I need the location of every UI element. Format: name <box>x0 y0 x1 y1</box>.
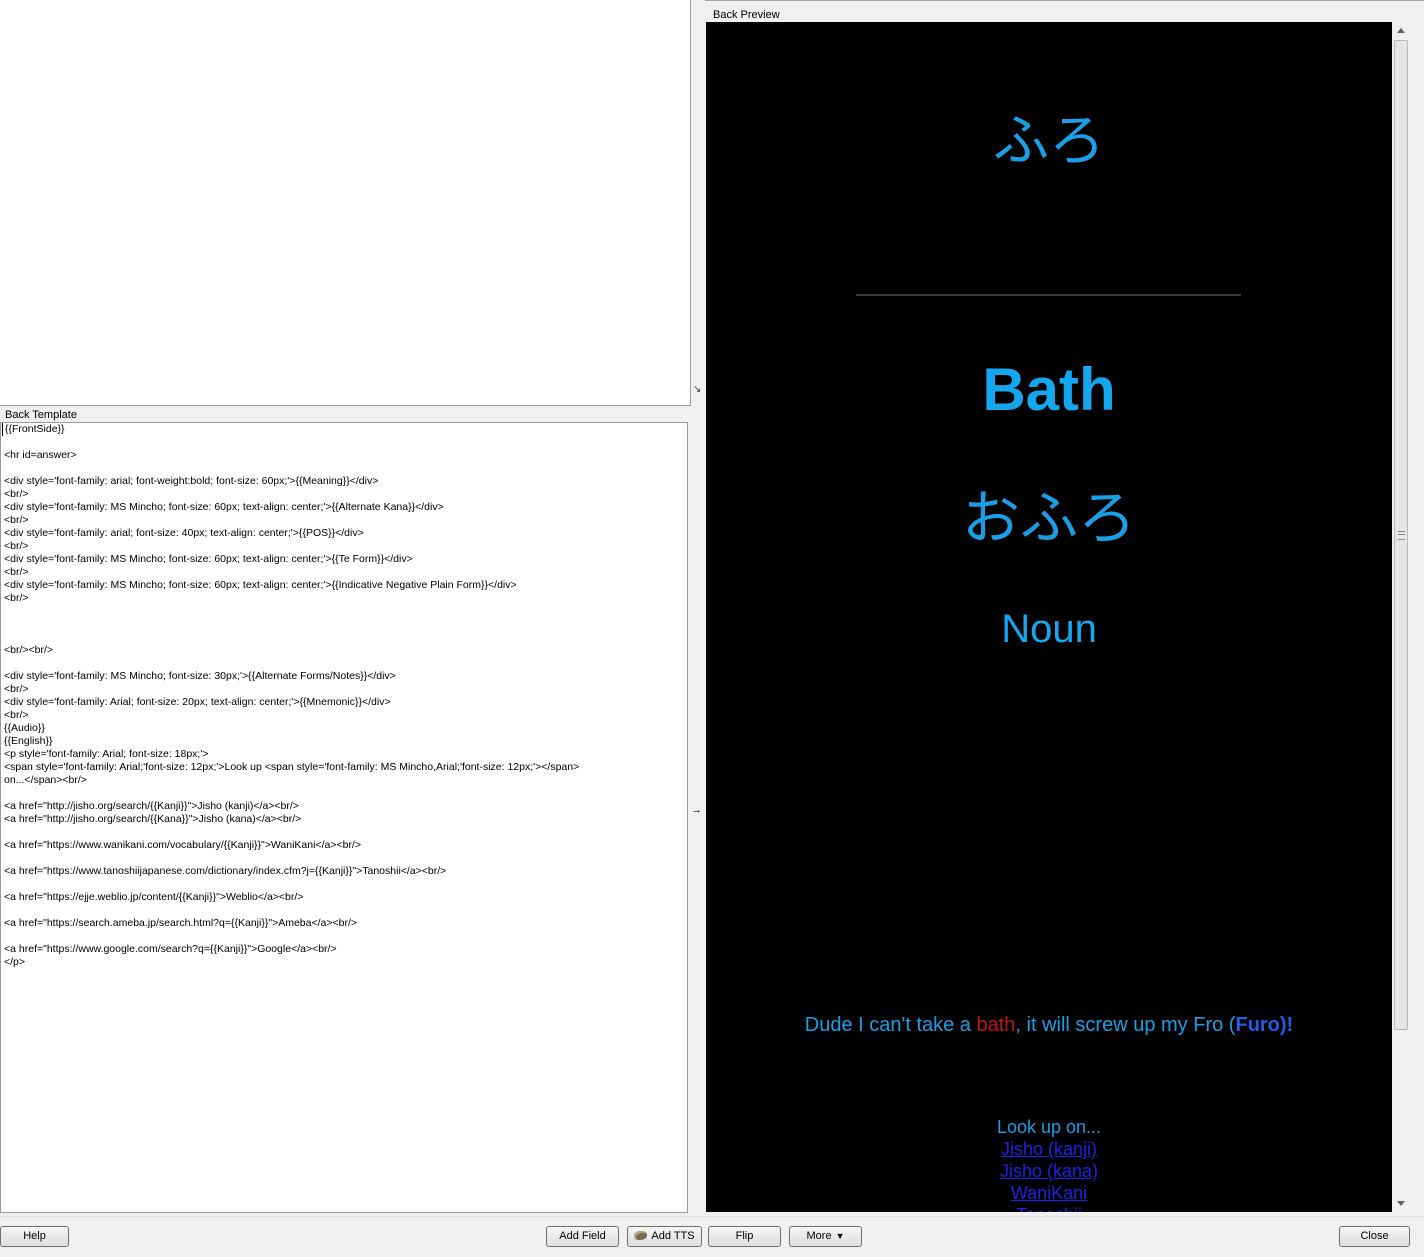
preview-part-of-speech: Noun <box>1001 607 1097 651</box>
preview-meaning: Bath <box>982 356 1116 423</box>
mnemonic-text: , it will screw up my Fro ( <box>1015 1014 1236 1036</box>
close-button[interactable]: Close <box>1339 1226 1410 1247</box>
code-line: <a href="https://www.wanikani.com/vocabu… <box>4 839 361 851</box>
code-line: <br/> <box>4 566 29 578</box>
back-preview-label: Back Preview <box>713 9 780 21</box>
code-line: <div style='font-family: MS Mincho; font… <box>4 670 396 682</box>
link-tanoshii[interactable]: Tanoshii <box>706 1204 1392 1212</box>
more-button-label: More <box>806 1230 832 1242</box>
code-line: <a href="https://www.tanoshiijapanese.co… <box>4 865 447 877</box>
add-tts-button-label: Add TTS <box>651 1230 695 1242</box>
back-preview-group: Back Preview ふろ Bath おふろ Noun Dude I can… <box>705 0 1424 1216</box>
link-jisho-kanji[interactable]: Jisho (kanji) <box>706 1138 1392 1160</box>
scroll-down-icon[interactable] <box>1397 1201 1405 1206</box>
more-button[interactable]: More ▼ <box>789 1226 862 1247</box>
code-line: {{Audio}} <box>4 722 45 734</box>
flip-button[interactable]: Flip <box>708 1226 781 1247</box>
help-button[interactable]: Help <box>0 1226 69 1247</box>
code-line: {{FrontSide}} <box>2 423 687 436</box>
chevron-down-icon: ▼ <box>835 1231 845 1241</box>
card-template-editor-window: ↘ Back Template {{FrontSide}} <hr id=answ… <box>0 0 1424 1257</box>
mnemonic-highlight-red: bath <box>976 1014 1016 1036</box>
scroll-thumb[interactable] <box>1394 40 1408 1030</box>
button-bar: Help Add Field Add TTS Flip More ▼ Close <box>0 1216 1424 1257</box>
mnemonic-text: Dude I can't take a <box>804 1014 977 1036</box>
preview-alternate-kana: おふろ <box>961 484 1136 552</box>
code-line: <div style='font-family: arial; font-siz… <box>4 527 364 539</box>
close-button-label: Close <box>1360 1230 1389 1242</box>
add-tts-button[interactable]: Add TTS <box>627 1226 702 1247</box>
code-line: <span style='font-family: Arial;'font-si… <box>4 761 580 773</box>
code-line: <br/> <box>4 592 29 604</box>
code-line: <br/><br/> <box>4 644 54 656</box>
back-template-editor[interactable]: {{FrontSide}} <hr id=answer> <div style='f… <box>0 422 688 1213</box>
code-line: <div style='font-family: MS Mincho; font… <box>4 579 517 591</box>
code-line: </p> <box>4 956 26 968</box>
add-field-button-label: Add Field <box>559 1230 606 1242</box>
preview-kana: ふろ <box>993 109 1105 174</box>
code-line: on...</span><br/> <box>4 774 87 786</box>
preview-scrollbar[interactable] <box>1393 22 1410 1212</box>
add-field-button[interactable]: Add Field <box>546 1226 619 1247</box>
speaker-icon <box>634 1231 648 1240</box>
code-line: <a href="http://jisho.org/search/{{Kanji… <box>4 800 299 812</box>
link-wanikani[interactable]: WaniKani <box>706 1182 1392 1204</box>
splitter-arrow-icon[interactable]: → <box>691 804 702 816</box>
preview-mnemonic: Dude I can't take a bath, it will screw … <box>706 1012 1392 1038</box>
code-line: <div style='font-family: Arial; font-siz… <box>4 696 391 708</box>
divider <box>705 0 1424 1</box>
grip-icon <box>1398 531 1405 540</box>
resize-grip-icon[interactable]: ↘ <box>693 385 701 395</box>
code-line: <a href="https://www.google.com/search?q… <box>4 943 337 955</box>
code-line: <br/> <box>4 683 29 695</box>
answer-divider <box>856 294 1241 296</box>
front-template-editor[interactable] <box>0 0 691 406</box>
code-line: <hr id=answer> <box>4 449 77 461</box>
help-button-label: Help <box>23 1230 46 1242</box>
code-line: <br/> <box>4 709 29 721</box>
code-line: <br/> <box>4 514 29 526</box>
flip-button-label: Flip <box>735 1230 754 1242</box>
code-line: <a href="https://search.ameba.jp/search.… <box>4 917 358 929</box>
code-line: {{English}} <box>4 735 53 747</box>
lookup-label: Look up on... <box>996 1117 1102 1137</box>
code-line: <div style='font-family: arial; font-wei… <box>4 475 379 487</box>
link-jisho-kana[interactable]: Jisho (kana) <box>706 1160 1392 1182</box>
code-line: <br/> <box>4 540 29 552</box>
back-template-label: Back Template <box>5 409 77 421</box>
back-template-code: {{FrontSide}} <hr id=answer> <div style='f… <box>1 423 687 969</box>
code-line: <p style='font-family: Arial; font-size:… <box>4 748 209 760</box>
code-line: <a href="http://jisho.org/search/{{Kana}… <box>4 813 302 825</box>
scroll-up-icon[interactable] <box>1397 28 1405 33</box>
code-line: <br/> <box>4 488 29 500</box>
code-line: <a href="https://ejje.weblio.jp/content/… <box>4 891 304 903</box>
back-preview-pane[interactable]: ふろ Bath おふろ Noun Dude I can't take a bat… <box>706 22 1392 1212</box>
code-line: <div style='font-family: MS Mincho; font… <box>4 501 444 513</box>
mnemonic-highlight-blue: Furo)! <box>1235 1014 1294 1036</box>
code-line: <div style='font-family: MS Mincho; font… <box>4 553 413 565</box>
lookup-section: Look up on... Jisho (kanji) Jisho (kana)… <box>706 1116 1392 1212</box>
